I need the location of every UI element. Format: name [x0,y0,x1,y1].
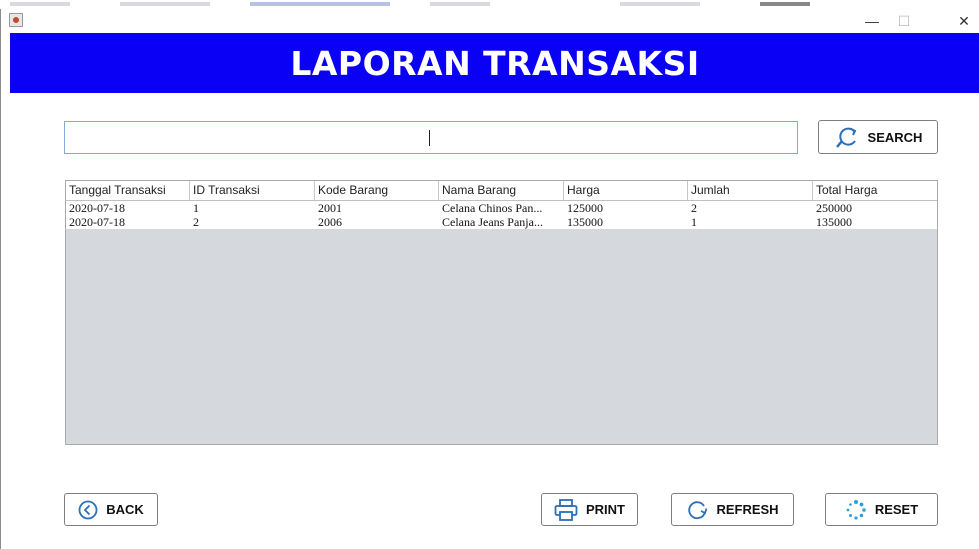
print-button-label: PRINT [586,502,625,517]
table-cell: 135000 [816,215,852,229]
table-cell: 1 [193,201,199,215]
table-cell: 2001 [318,201,342,215]
printer-icon [554,498,578,521]
minimize-button[interactable]: — [857,9,887,33]
column-header[interactable]: Kode Barang [315,181,439,200]
column-header[interactable]: Jumlah [688,181,813,200]
back-button[interactable]: BACK [64,493,158,526]
table-cell: 2006 [318,215,342,229]
column-header[interactable]: Harga [564,181,688,200]
table-row[interactable]: 2020-07-18 2 2006 Celana Jeans Panja... … [66,215,937,229]
refresh-button-label: REFRESH [716,502,779,517]
column-header[interactable]: Tanggal Transaksi [66,181,190,200]
app-window: — ☐ ✕ LAPORAN TRANSAKSI SEARCH Tanggal T… [0,9,979,549]
table-cell: 250000 [816,201,852,215]
maximize-button[interactable]: ☐ [889,9,919,33]
page-title: LAPORAN TRANSAKSI [290,43,700,83]
table-cell: 135000 [567,215,603,229]
table-header: Tanggal Transaksi ID Transaksi Kode Bara… [66,181,937,201]
column-header[interactable]: Nama Barang [439,181,564,200]
reset-button[interactable]: RESET [825,493,938,526]
search-input[interactable] [64,121,798,154]
search-button-label: SEARCH [867,129,923,145]
column-header[interactable]: Total Harga [813,181,937,200]
reset-button-label: RESET [874,502,919,517]
search-button[interactable]: SEARCH [818,120,938,154]
title-bar: — ☐ ✕ [1,9,979,33]
print-button[interactable]: PRINT [541,493,638,526]
search-refresh-icon [834,125,860,149]
table-cell: Celana Jeans Panja... [442,215,543,229]
circle-left-arrow-icon [78,500,98,520]
table-cell: 2 [193,215,199,229]
spinner-dots-icon [845,499,867,521]
refresh-circle-icon [686,499,708,521]
background-strip [0,0,979,9]
column-header[interactable]: ID Transaksi [190,181,315,200]
table-cell: Celana Chinos Pan... [442,201,543,215]
back-button-label: BACK [106,502,144,517]
table-cell: 2 [691,201,697,215]
table-cell: 2020-07-18 [69,201,125,215]
table-cell: 1 [691,215,697,229]
table-row[interactable]: 2020-07-18 1 2001 Celana Chinos Pan... 1… [66,201,937,215]
java-app-icon [9,13,23,27]
close-button[interactable]: ✕ [949,9,979,33]
transaction-table[interactable]: Tanggal Transaksi ID Transaksi Kode Bara… [65,180,938,445]
refresh-button[interactable]: REFRESH [671,493,794,526]
header-banner: LAPORAN TRANSAKSI [10,33,979,93]
text-caret [429,130,430,146]
table-cell: 125000 [567,201,603,215]
table-cell: 2020-07-18 [69,215,125,229]
